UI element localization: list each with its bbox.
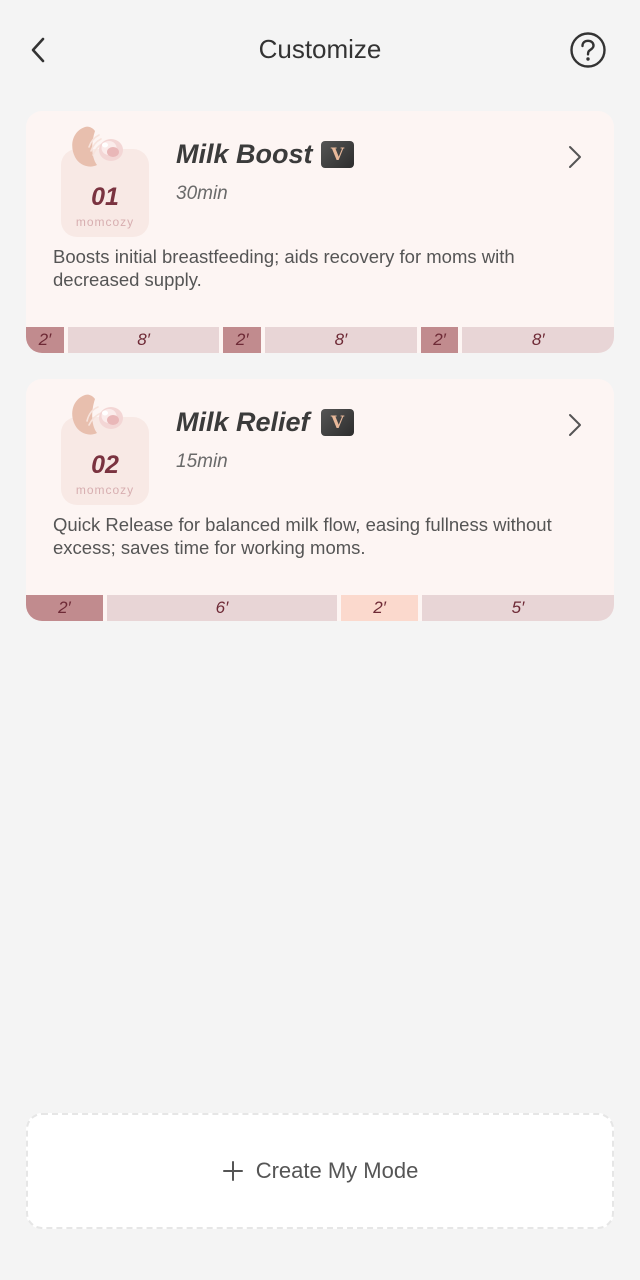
mode-name: Milk Relief <box>176 407 310 437</box>
timeline-segment: 2′ <box>26 595 103 621</box>
mode-duration: 30min <box>176 183 228 204</box>
timeline-segment: 8′ <box>67 327 220 353</box>
vip-badge: V <box>321 141 354 168</box>
timeline-segment: 2′ <box>223 327 262 353</box>
timeline-segment: 2′ <box>420 327 459 353</box>
mode-description: Quick Release for balanced milk flow, ea… <box>53 514 552 558</box>
timeline-segment: 5′ <box>421 595 614 621</box>
mode-number: 02 <box>91 451 119 479</box>
mode-card-milk-relief[interactable]: 02 momcozy Milk Relief V 15min Quick Rel… <box>26 379 614 621</box>
create-my-mode-button[interactable]: Create My Mode <box>26 1113 614 1229</box>
mode-timeline: 2′ 6′ 2′ 5′ <box>26 595 614 621</box>
page-title: Customize <box>258 34 382 64</box>
mode-timeline: 2′ 8′ 2′ 8′ 2′ 8′ <box>26 327 614 353</box>
breast-pump-icon <box>72 394 123 435</box>
timeline-segment: 2′ <box>341 595 418 621</box>
mode-name: Milk Boost <box>176 139 313 169</box>
brand-label: momcozy <box>75 215 135 229</box>
mode-thumbnail: 01 momcozy <box>59 123 151 237</box>
plus-icon <box>222 1160 244 1182</box>
mode-description: Boosts initial breastfeeding; aids recov… <box>53 246 515 290</box>
create-my-mode-label: Create My Mode <box>255 1158 419 1183</box>
help-button[interactable] <box>569 31 607 69</box>
breast-pump-icon <box>72 126 123 167</box>
chevron-right-icon <box>569 146 581 168</box>
mode-number: 01 <box>91 183 119 211</box>
help-circle-icon <box>570 32 606 68</box>
timeline-segment: 6′ <box>106 595 338 621</box>
timeline-segment: 8′ <box>265 327 417 353</box>
timeline-segment: 8′ <box>462 327 614 353</box>
mode-card-milk-boost[interactable]: 01 momcozy Milk Boost V 30min Boosts ini… <box>26 111 614 353</box>
mode-thumbnail: 02 momcozy <box>59 391 151 505</box>
brand-label: momcozy <box>75 483 135 497</box>
customize-screen: Customize 01 momcozy Milk Boost V 30min … <box>0 0 640 1280</box>
vip-badge: V <box>321 409 354 436</box>
header: Customize <box>0 0 640 100</box>
chevron-right-icon <box>569 414 581 436</box>
timeline-segment: 2′ <box>26 327 64 353</box>
mode-duration: 15min <box>176 451 228 472</box>
